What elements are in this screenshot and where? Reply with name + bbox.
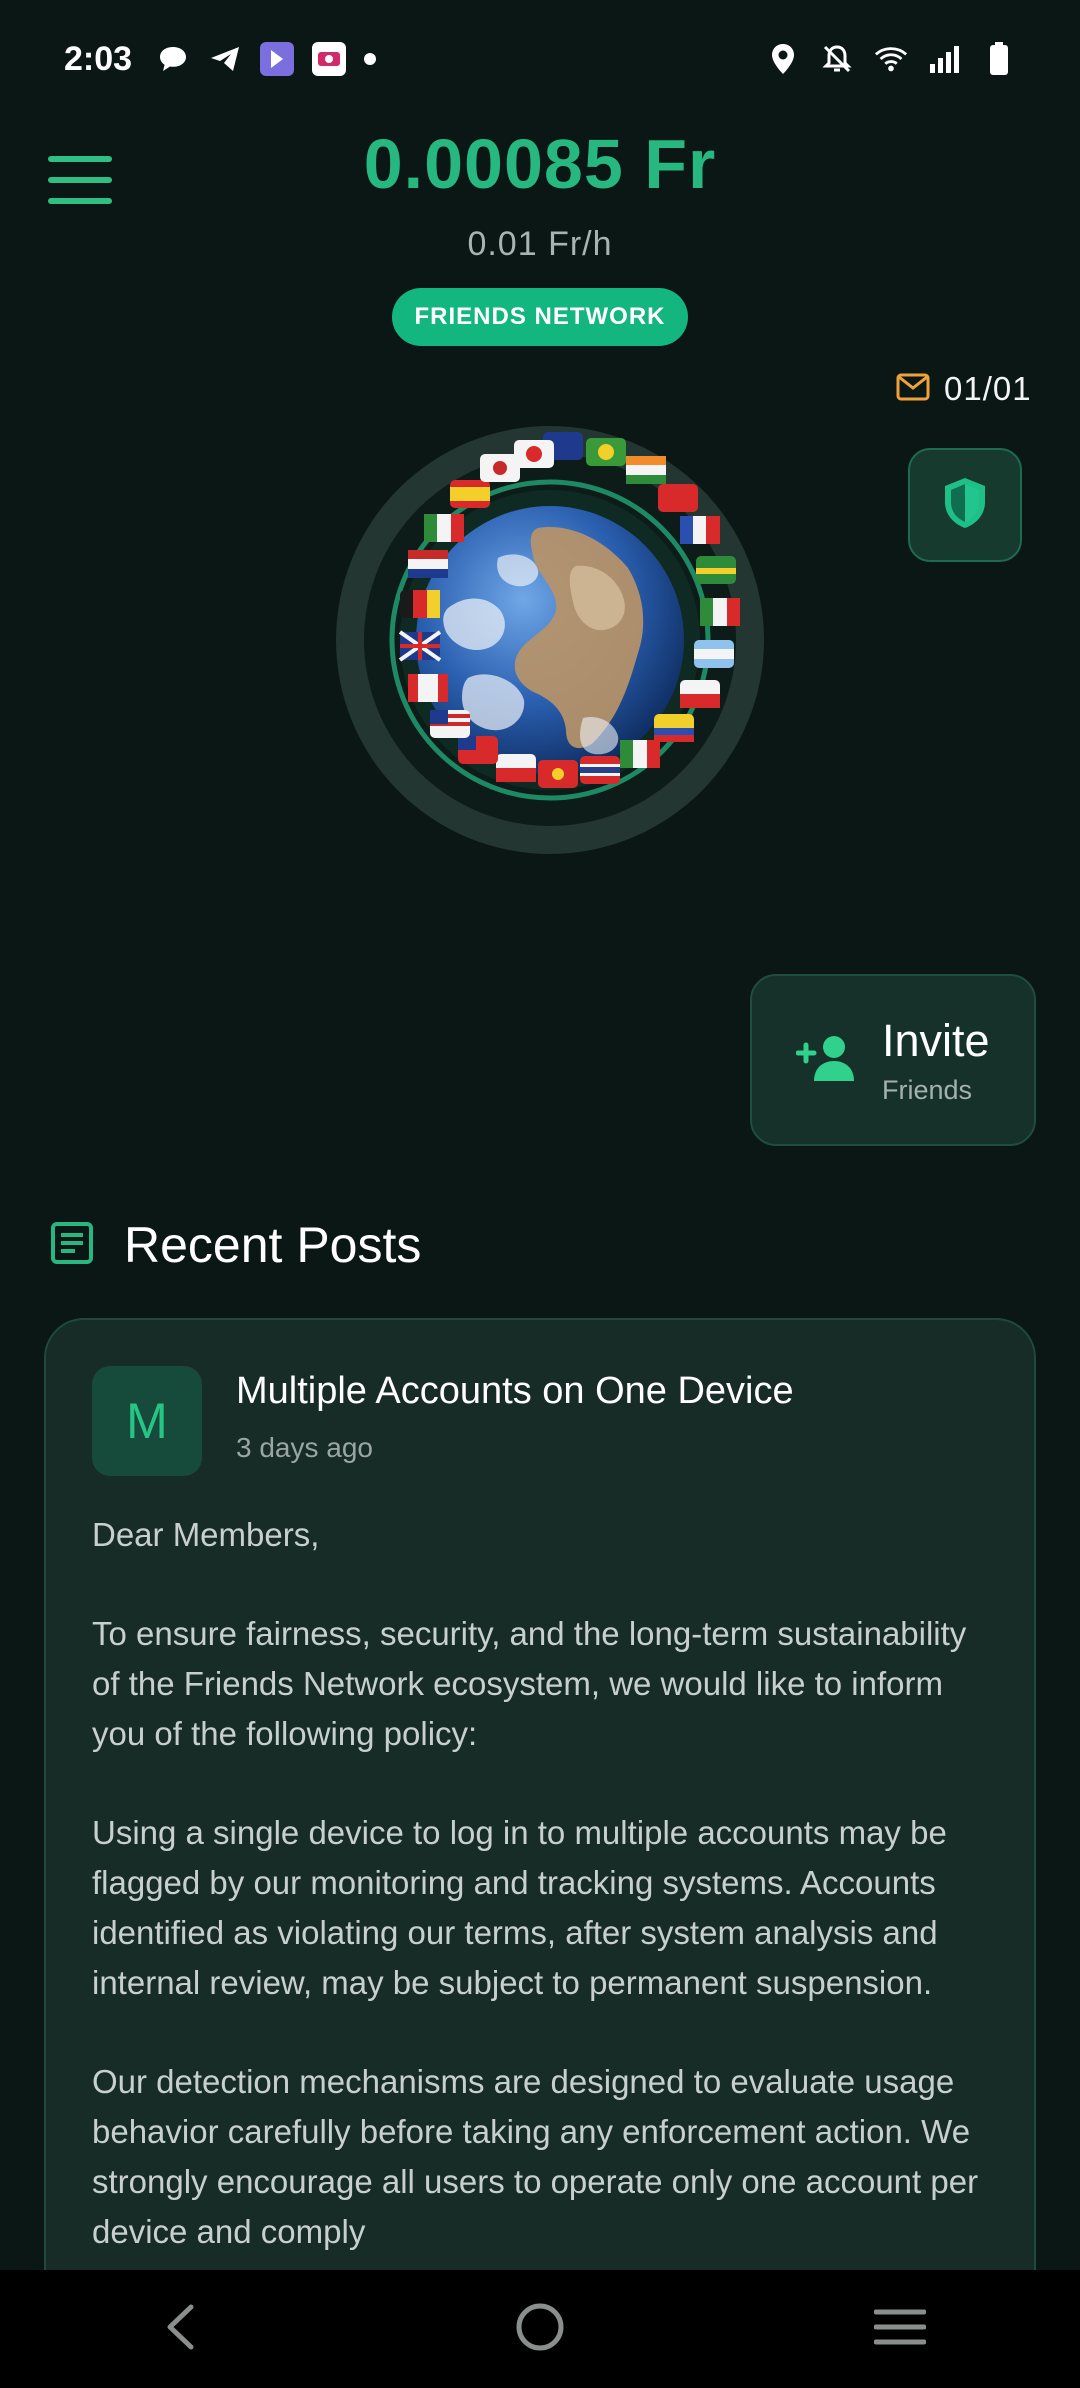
- status-time: 2:03: [64, 39, 133, 78]
- back-chevron-icon: [165, 2304, 195, 2355]
- wifi-icon: [874, 42, 908, 76]
- post-paragraph: Our detection mechanisms are designed to…: [92, 2063, 979, 2250]
- telegram-icon: [208, 42, 242, 76]
- back-button[interactable]: [120, 2284, 240, 2374]
- mining-rate: 0.01 Fr/h: [467, 225, 613, 263]
- add-person-icon: [795, 1033, 860, 1088]
- globe-graphic: [336, 426, 764, 854]
- status-bar: 2:03: [0, 0, 1080, 118]
- status-bar-right: [766, 42, 1016, 76]
- post-paragraph: Dear Members,: [92, 1516, 320, 1553]
- signal-icon: [928, 42, 962, 76]
- document-icon: [50, 1221, 94, 1270]
- status-bar-left: 2:03: [64, 39, 377, 79]
- battery-icon: [982, 42, 1016, 76]
- invite-text: Invite Friends: [882, 1015, 990, 1106]
- invite-subtitle: Friends: [882, 1074, 973, 1105]
- recents-menu-icon: [873, 2307, 927, 2352]
- app-icon-purple: [260, 42, 295, 76]
- mail-counter[interactable]: 01/01: [896, 370, 1032, 408]
- post-paragraph: To ensure fairness, security, and the lo…: [92, 1615, 967, 1752]
- invite-friends-button[interactable]: Invite Friends: [750, 974, 1036, 1146]
- dot-icon: [364, 53, 377, 65]
- post-paragraph: Using a single device to log in to multi…: [92, 1814, 947, 2001]
- system-nav-bar: [0, 2270, 1080, 2388]
- app-icon-badge: [312, 42, 347, 76]
- balance-value: 0.00085 Fr: [363, 125, 717, 203]
- network-badge[interactable]: FRIENDS NETWORK: [392, 288, 688, 346]
- shield-button[interactable]: [908, 448, 1022, 562]
- post-card[interactable]: M Multiple Accounts on One Device 3 days…: [44, 1318, 1036, 2318]
- recent-posts-title: Recent Posts: [124, 1217, 422, 1273]
- bell-off-icon: [820, 42, 854, 76]
- recent-posts-header: Recent Posts: [50, 1216, 421, 1274]
- avatar: M: [92, 1366, 202, 1476]
- post-title: Multiple Accounts on One Device: [236, 1370, 794, 1412]
- shield-icon: [942, 476, 988, 535]
- recents-button[interactable]: [840, 2284, 960, 2374]
- chat-bubble-icon: [156, 42, 190, 76]
- earth-globe[interactable]: [328, 418, 772, 862]
- mail-count: 01/01: [944, 370, 1032, 407]
- mail-icon: [896, 373, 930, 406]
- invite-title: Invite: [882, 1014, 990, 1066]
- home-circle-icon: [515, 2302, 565, 2357]
- post-time: 3 days ago: [236, 1432, 373, 1463]
- location-icon: [766, 42, 800, 76]
- home-button[interactable]: [480, 2284, 600, 2374]
- post-body: Dear Members, To ensure fairness, securi…: [92, 1510, 992, 2306]
